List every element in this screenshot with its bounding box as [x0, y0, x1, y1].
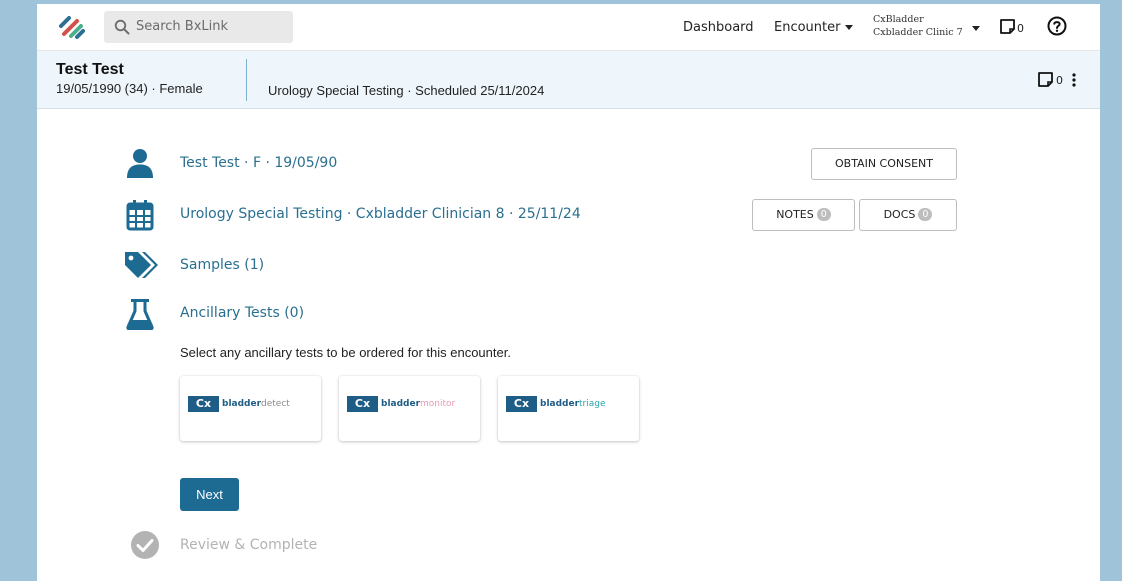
product-prefix: bladder — [381, 399, 421, 409]
note-icon[interactable] — [1037, 71, 1054, 88]
check-circle-icon — [131, 531, 159, 559]
cx-logo: Cx — [506, 396, 537, 412]
flask-icon — [126, 299, 154, 330]
header-divider — [246, 59, 247, 101]
next-button[interactable]: Next — [180, 478, 239, 511]
notes-count-badge: 0 — [816, 208, 831, 221]
app-frame: Search BxLink Dashboard Encounter CxBlad… — [37, 4, 1100, 581]
docs-label: DOCS — [883, 208, 916, 221]
nav-dashboard-link[interactable]: Dashboard — [683, 20, 754, 35]
calendar-icon — [126, 200, 154, 231]
tags-icon — [125, 252, 158, 278]
product-suffix: triage — [579, 399, 606, 409]
header-notes-count: 0 — [1056, 74, 1063, 87]
nav-notes-count: 0 — [1017, 22, 1024, 35]
caret-down-icon — [845, 25, 854, 30]
cx-logo: Cx — [188, 396, 219, 412]
product-name: bladdertriage — [540, 399, 606, 409]
nav-encounter-label: Encounter — [774, 20, 841, 35]
person-icon — [127, 149, 153, 178]
review-complete-step: Review & Complete — [180, 537, 318, 553]
product-name: bladdermonitor — [381, 399, 455, 409]
encounter-summary: Urology Special Testing · Scheduled 25/1… — [268, 83, 545, 98]
docs-count-badge: 0 — [918, 208, 933, 221]
clinic-selector[interactable]: CxBladder Cxbladder Clinic 7 — [873, 13, 963, 39]
patient-name: Test Test — [56, 61, 124, 78]
product-prefix: bladder — [222, 399, 262, 409]
kebab-icon[interactable] — [1072, 73, 1076, 87]
note-icon[interactable] — [999, 18, 1016, 35]
patient-row-link[interactable]: Test Test · F · 19/05/90 — [180, 155, 337, 171]
product-suffix: detect — [261, 399, 290, 409]
product-suffix: monitor — [420, 399, 456, 409]
search-icon — [114, 19, 130, 35]
search-input[interactable]: Search BxLink — [104, 11, 293, 43]
samples-link[interactable]: Samples (1) — [180, 257, 264, 273]
patient-header: Test Test 19/05/1990 (34) · Female Urolo… — [37, 51, 1100, 109]
clinic-name: Cxbladder Clinic 7 — [873, 27, 963, 38]
product-card-triage[interactable]: Cx bladdertriage — [498, 376, 639, 441]
product-prefix: bladder — [540, 399, 580, 409]
logo-icon[interactable] — [59, 14, 85, 40]
org-name: CxBladder — [873, 14, 924, 25]
notes-label: NOTES — [776, 208, 814, 221]
top-nav: Search BxLink Dashboard Encounter CxBlad… — [37, 4, 1100, 51]
docs-button[interactable]: DOCS 0 — [859, 199, 957, 231]
help-icon[interactable] — [1047, 16, 1067, 36]
product-card-detect[interactable]: Cx bladderdetect — [180, 376, 321, 441]
nav-encounter-menu[interactable]: Encounter — [774, 20, 854, 35]
cx-logo: Cx — [347, 396, 378, 412]
obtain-consent-button[interactable]: OBTAIN CONSENT — [811, 148, 957, 180]
ancillary-tests-link[interactable]: Ancillary Tests (0) — [180, 305, 304, 321]
ancillary-helptext: Select any ancillary tests to be ordered… — [180, 345, 511, 360]
notes-button[interactable]: NOTES 0 — [752, 199, 855, 231]
search-placeholder: Search BxLink — [136, 19, 229, 34]
product-card-monitor[interactable]: Cx bladdermonitor — [339, 376, 480, 441]
caret-down-icon[interactable] — [972, 26, 980, 31]
encounter-row-link[interactable]: Urology Special Testing · Cxbladder Clin… — [180, 206, 581, 222]
product-name: bladderdetect — [222, 399, 290, 409]
patient-details: 19/05/1990 (34) · Female — [56, 81, 203, 96]
